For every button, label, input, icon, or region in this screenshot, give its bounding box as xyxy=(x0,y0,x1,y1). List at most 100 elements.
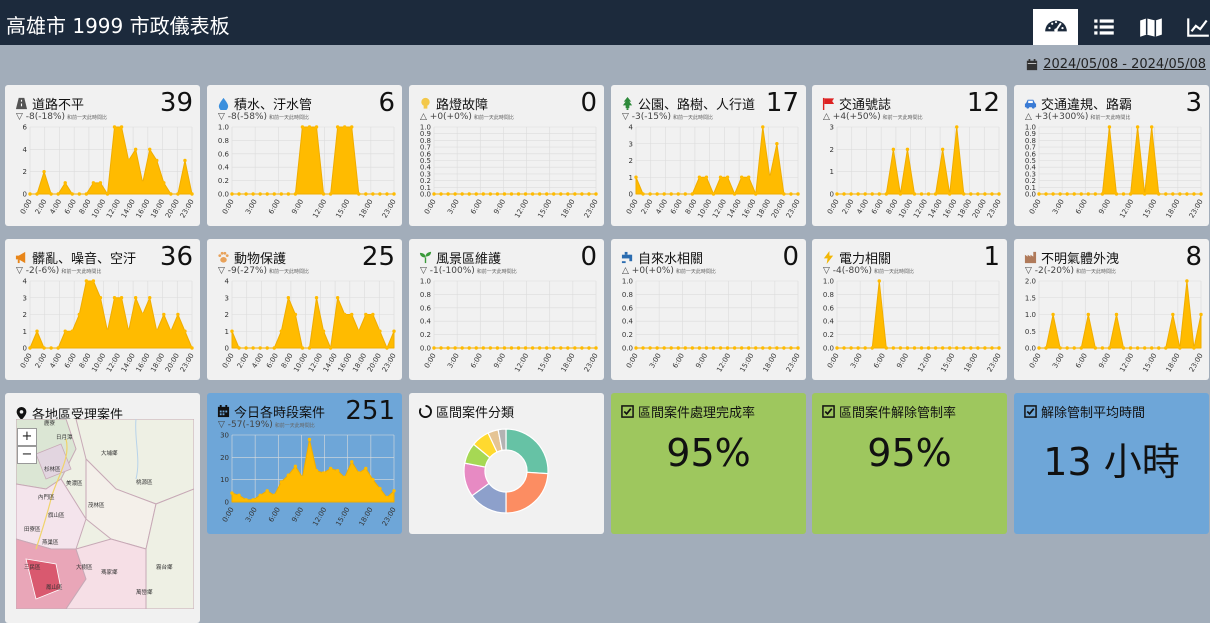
series-area xyxy=(232,127,394,194)
data-point xyxy=(244,498,247,501)
x-tick-label: 8:00 xyxy=(885,198,900,216)
tree-icon xyxy=(621,97,634,110)
data-point xyxy=(392,330,395,333)
x-tick-label: 6:00 xyxy=(265,352,280,370)
category-card-noise[interactable]: 髒亂、噪音、空汙36▽ -2(-6%)和前一天此時間比012340:002:00… xyxy=(5,239,200,380)
drop-icon xyxy=(217,97,230,110)
x-tick-label: 18:00 xyxy=(358,506,375,527)
change-text: △ +0(+0%) xyxy=(420,112,472,122)
x-tick-label: 23:00 xyxy=(583,352,600,373)
data-point xyxy=(670,192,673,195)
data-point xyxy=(863,346,866,349)
daily-case-change: ▽ -57(-19%)和前一天此時間比 xyxy=(218,420,315,430)
factory-icon xyxy=(1024,251,1037,264)
card-title-row: 電力相關 xyxy=(822,248,891,267)
data-point xyxy=(251,346,254,349)
y-tick-label: 1 xyxy=(225,328,229,336)
faucet-icon xyxy=(621,251,634,264)
map-icon xyxy=(1138,14,1164,40)
data-point xyxy=(468,346,471,349)
card-title: 交通號誌 xyxy=(839,94,891,113)
data-point xyxy=(927,346,930,349)
data-point xyxy=(796,192,799,195)
donut-slice[interactable] xyxy=(506,429,548,474)
map-zoom-in-button[interactable]: + xyxy=(17,428,37,446)
date-range-picker[interactable]: 2024/05/08 - 2024/05/08 xyxy=(1026,57,1206,72)
map-place-label: 茂林區 xyxy=(88,501,105,509)
date-range-text[interactable]: 2024/05/08 - 2024/05/08 xyxy=(1043,57,1206,72)
data-point xyxy=(677,192,680,195)
category-card-traffic_sign[interactable]: 交通號誌12△ +4(+50%)和前一天此時間比01230:002:004:00… xyxy=(812,85,1007,226)
x-tick-label: 18:00 xyxy=(762,352,779,373)
map-zoom-out-button[interactable]: − xyxy=(17,446,37,464)
card-title: 髒亂、噪音、空汙 xyxy=(32,248,136,267)
y-tick-label: 0.0 xyxy=(823,345,834,353)
compare-note: 和前一天此時間比 xyxy=(1076,269,1116,275)
y-tick-label: 0.2 xyxy=(823,331,834,339)
y-tick-label: 6 xyxy=(23,124,28,132)
donut-slice[interactable] xyxy=(506,472,548,513)
category-card-tapwater[interactable]: 自來水相關0△ +0(+0%)和前一天此時間比0.00.20.40.60.81.… xyxy=(611,239,806,380)
x-tick-label: 23:00 xyxy=(583,198,600,219)
data-point xyxy=(1185,279,1188,282)
y-tick-label: 2 xyxy=(23,168,27,176)
data-point xyxy=(1199,313,1202,316)
data-point xyxy=(169,330,172,333)
card-title-row: 區間案件解除管制率 xyxy=(822,402,956,421)
kpi-value: 13 小時 xyxy=(1014,431,1209,486)
y-tick-label: 4 xyxy=(629,124,634,132)
flag-icon xyxy=(822,97,835,110)
data-point xyxy=(705,176,708,179)
category-card-violation[interactable]: 交通違規、路霸3△ +3(+300%)和前一天此時間比0.00.10.20.30… xyxy=(1014,85,1209,226)
data-point xyxy=(294,313,297,316)
category-card-park[interactable]: 公園、路樹、人行道17▽ -3(-15%)和前一天此時間比012340:002:… xyxy=(611,85,806,226)
category-card-power[interactable]: 電力相關1▽ -4(-80%)和前一天此時間比0.00.20.40.60.81.… xyxy=(812,239,1007,380)
card-title: 自來水相關 xyxy=(638,248,703,267)
nav-list-button[interactable] xyxy=(1081,9,1126,45)
x-tick-label: 0:00 xyxy=(625,198,640,216)
nav-map-button[interactable] xyxy=(1128,9,1173,45)
data-point xyxy=(190,192,193,195)
data-point xyxy=(754,346,757,349)
category-card-light[interactable]: 路燈故障0△ +0(+0%)和前一天此時間比0.00.10.20.30.40.5… xyxy=(409,85,604,226)
data-point xyxy=(120,125,123,128)
x-tick-label: 6:00 xyxy=(63,352,78,370)
data-point xyxy=(796,346,799,349)
data-point xyxy=(176,192,179,195)
y-tick-label: 1 xyxy=(830,168,834,176)
change-text: ▽ -8(-18%) xyxy=(16,112,65,122)
data-point xyxy=(106,330,109,333)
data-point xyxy=(768,176,771,179)
category-card-scenic[interactable]: 風景區維護0▽ -1(-100%)和前一天此時間比0.00.20.40.60.8… xyxy=(409,239,604,380)
y-tick-label: 1.0 xyxy=(622,278,633,286)
data-point xyxy=(733,346,736,349)
data-point xyxy=(955,125,958,128)
x-tick-label: 15:00 xyxy=(334,506,351,527)
data-point xyxy=(856,192,859,195)
district-map[interactable]: 鹿寮 日月潭 大埔鄉 杉林區 桃源區 美濃區 內門區 茂林區 旗山區 田寮區 燕… xyxy=(16,419,194,609)
data-point xyxy=(169,192,172,195)
y-tick-label: 0.4 xyxy=(622,318,634,326)
data-point xyxy=(1136,346,1139,349)
case-change: ▽ -1(-100%)和前一天此時間比 xyxy=(420,266,517,276)
nav-trend-button[interactable] xyxy=(1175,9,1210,45)
category-card-road[interactable]: 道路不平39▽ -8(-18%)和前一天此時間比02460:002:004:00… xyxy=(5,85,200,226)
y-tick-label: 0.2 xyxy=(420,331,431,339)
y-tick-label: 0.8 xyxy=(622,291,633,299)
data-point xyxy=(648,346,651,349)
x-tick-label: 9:00 xyxy=(290,198,305,216)
y-tick-label: 3 xyxy=(225,294,229,302)
data-point xyxy=(1157,346,1160,349)
x-tick-label: 23:00 xyxy=(785,352,802,373)
case-count: 1 xyxy=(983,242,1000,272)
compare-note: 和前一天此時間比 xyxy=(477,269,517,275)
x-tick-label: 15:00 xyxy=(738,352,755,373)
data-point xyxy=(176,313,179,316)
category-card-gas[interactable]: 不明氣體外洩8▽ -2(-20%)和前一天此時間比0.00.51.01.52.0… xyxy=(1014,239,1209,380)
data-point xyxy=(343,313,346,316)
category-card-water[interactable]: 積水、汙水管6▽ -8(-58%)和前一天此時間比0.00.20.40.60.8… xyxy=(207,85,402,226)
data-point xyxy=(517,192,520,195)
data-point xyxy=(691,192,694,195)
category-card-animal[interactable]: 動物保護25▽ -9(-27%)和前一天此時間比012340:002:004:0… xyxy=(207,239,402,380)
nav-dashboard-button[interactable] xyxy=(1033,9,1078,45)
